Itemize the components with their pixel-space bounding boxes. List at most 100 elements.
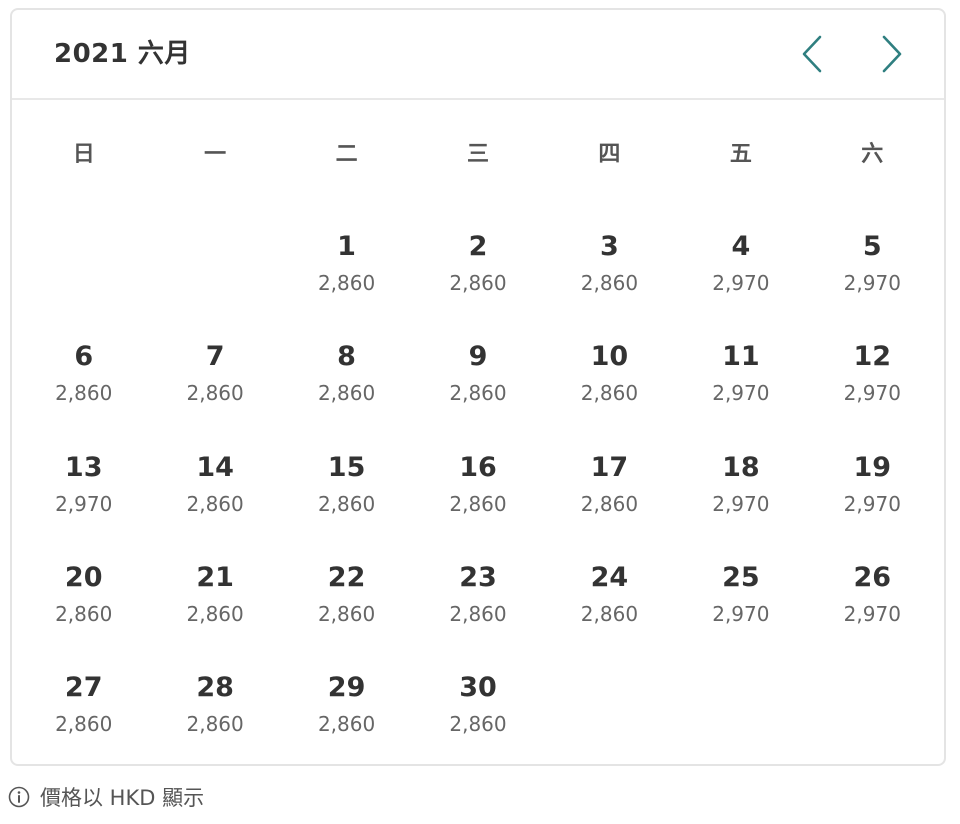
day-cell[interactable]: 14 2,860 — [149, 450, 280, 550]
day-price: 2,860 — [55, 381, 113, 406]
day-price: 2,970 — [712, 491, 770, 516]
day-price: 2,860 — [317, 712, 376, 737]
day-cell[interactable]: 7 2,860 — [149, 339, 280, 439]
day-price: 2,860 — [186, 381, 244, 406]
weekday-sat: 六 — [861, 142, 884, 167]
weekday-thu: 四 — [598, 142, 621, 167]
info-icon — [8, 786, 30, 808]
day-number: 1 — [337, 231, 356, 262]
day-number: 16 — [459, 451, 497, 483]
day-number: 4 — [731, 231, 751, 262]
day-cell[interactable]: 2 2,860 — [412, 229, 543, 329]
day-cell[interactable]: 30 2,860 — [412, 670, 543, 770]
day-price: 2,970 — [712, 381, 770, 406]
day-price: 2,860 — [186, 491, 244, 516]
day-number: 11 — [722, 341, 760, 373]
day-number: 29 — [327, 672, 366, 704]
day-price: 2,860 — [55, 712, 113, 737]
day-cell[interactable]: 22 2,860 — [281, 560, 412, 660]
day-cell[interactable]: 20 2,860 — [18, 560, 149, 660]
day-price: 2,970 — [843, 271, 901, 295]
day-number: 12 — [853, 341, 892, 373]
day-cell[interactable]: 1 2,860 — [281, 229, 412, 329]
day-cell[interactable]: 15 2,860 — [281, 450, 412, 550]
day-number: 15 — [327, 451, 366, 483]
weekday-wed: 三 — [466, 142, 489, 167]
day-number: 13 — [64, 451, 103, 483]
day-cell[interactable]: 21 2,860 — [149, 560, 280, 660]
day-number: 18 — [722, 451, 760, 483]
currency-note-text: 價格以 HKD 顯示 — [40, 786, 205, 810]
day-number: 21 — [196, 561, 234, 593]
day-price: 2,970 — [712, 271, 770, 295]
day-price: 2,970 — [843, 601, 901, 626]
day-cell[interactable]: 23 2,860 — [412, 560, 543, 660]
day-number: 7 — [205, 341, 225, 373]
weekday-sun: 日 — [72, 142, 95, 167]
weekday-fri: 五 — [729, 142, 752, 167]
day-price: 2,860 — [317, 491, 376, 516]
chevron-left-icon — [802, 35, 822, 73]
day-price: 2,860 — [449, 491, 507, 516]
day-price: 2,860 — [449, 271, 507, 295]
day-cell[interactable]: 12 2,970 — [807, 339, 938, 439]
day-cell[interactable]: 28 2,860 — [149, 670, 280, 770]
day-cell[interactable]: 27 2,860 — [18, 670, 149, 770]
next-month-button[interactable] — [870, 32, 914, 76]
day-price: 2,860 — [317, 271, 376, 295]
day-price: 2,860 — [317, 601, 376, 626]
day-number: 22 — [327, 561, 366, 593]
day-cell[interactable]: 8 2,860 — [281, 339, 412, 439]
day-number: 30 — [459, 672, 497, 704]
day-number: 9 — [468, 341, 488, 373]
day-price: 2,860 — [186, 601, 244, 626]
day-cell[interactable]: 26 2,970 — [807, 560, 938, 660]
day-cell[interactable]: 29 2,860 — [281, 670, 412, 770]
day-cell[interactable]: 17 2,860 — [544, 450, 675, 550]
day-cell[interactable]: 3 2,860 — [544, 229, 675, 329]
day-price: 2,860 — [449, 712, 507, 737]
day-number: 3 — [600, 231, 619, 262]
day-cell[interactable]: 5 2,970 — [807, 229, 938, 329]
day-number: 2 — [468, 231, 488, 262]
day-cell[interactable]: 13 2,970 — [18, 450, 149, 550]
day-number: 8 — [337, 341, 356, 373]
weekday-header-row: 日 一 二 三 四 五 六 — [18, 138, 938, 172]
day-price: 2,860 — [449, 601, 507, 626]
day-price: 2,860 — [55, 601, 113, 626]
chevron-right-icon — [882, 35, 902, 73]
day-number: 23 — [459, 561, 497, 593]
day-number: 5 — [862, 231, 882, 262]
day-cell[interactable]: 11 2,970 — [675, 339, 806, 439]
day-price: 2,970 — [712, 601, 770, 626]
day-cell[interactable]: 18 2,970 — [675, 450, 806, 550]
day-number: 25 — [722, 561, 760, 593]
day-cell[interactable]: 25 2,970 — [675, 560, 806, 660]
day-number: 24 — [590, 561, 629, 593]
day-cell[interactable]: 16 2,860 — [412, 450, 543, 550]
price-calendar: 2021 六月 日 一 二 三 四 五 六 1 2,860 2 2,860 3 2,860… — [10, 8, 946, 766]
currency-note: 價格以 HKD 顯示 — [8, 782, 204, 812]
day-price: 2,860 — [580, 381, 639, 406]
weekday-tue: 二 — [335, 142, 358, 167]
day-number: 10 — [590, 341, 629, 373]
day-price: 2,860 — [580, 601, 639, 626]
weekday-mon: 一 — [204, 142, 227, 167]
day-price: 2,860 — [317, 381, 376, 406]
day-cell[interactable]: 4 2,970 — [675, 229, 806, 329]
day-price: 2,860 — [580, 491, 639, 516]
day-price: 2,970 — [843, 491, 901, 516]
month-title: 2021 六月 — [54, 39, 191, 69]
prev-month-button[interactable] — [790, 32, 834, 76]
day-cell[interactable]: 10 2,860 — [544, 339, 675, 439]
day-cell[interactable]: 6 2,860 — [18, 339, 149, 439]
day-number: 19 — [853, 451, 892, 483]
day-cell[interactable]: 24 2,860 — [544, 560, 675, 660]
day-price: 2,860 — [449, 381, 507, 406]
day-cell[interactable]: 19 2,970 — [807, 450, 938, 550]
day-cell[interactable]: 9 2,860 — [412, 339, 543, 439]
day-number: 17 — [590, 451, 629, 483]
day-number: 14 — [196, 451, 234, 483]
day-number: 28 — [196, 672, 234, 704]
day-price: 2,970 — [843, 381, 901, 406]
